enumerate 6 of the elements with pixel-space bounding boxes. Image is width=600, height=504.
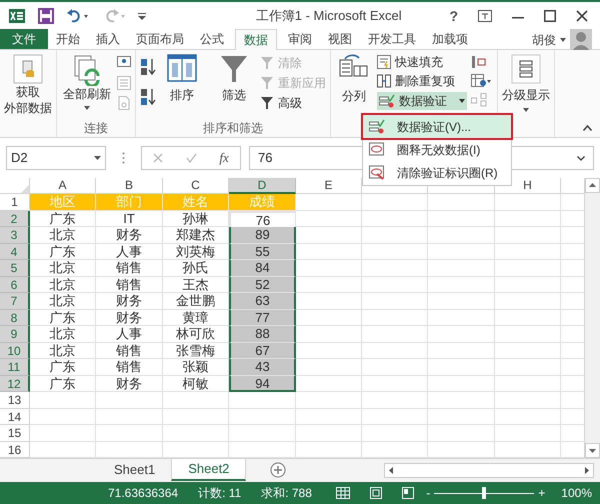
sum-value: 求和: 788 [261, 485, 312, 502]
group-label: 排序和筛选 [202, 121, 264, 137]
average-value: 71.63636364 [108, 485, 178, 502]
group-label: 连接 [83, 121, 109, 137]
count-value: 计数: 11 [198, 485, 242, 502]
window-title: 工作簿1 - Microsoft Excel [254, 7, 403, 26]
